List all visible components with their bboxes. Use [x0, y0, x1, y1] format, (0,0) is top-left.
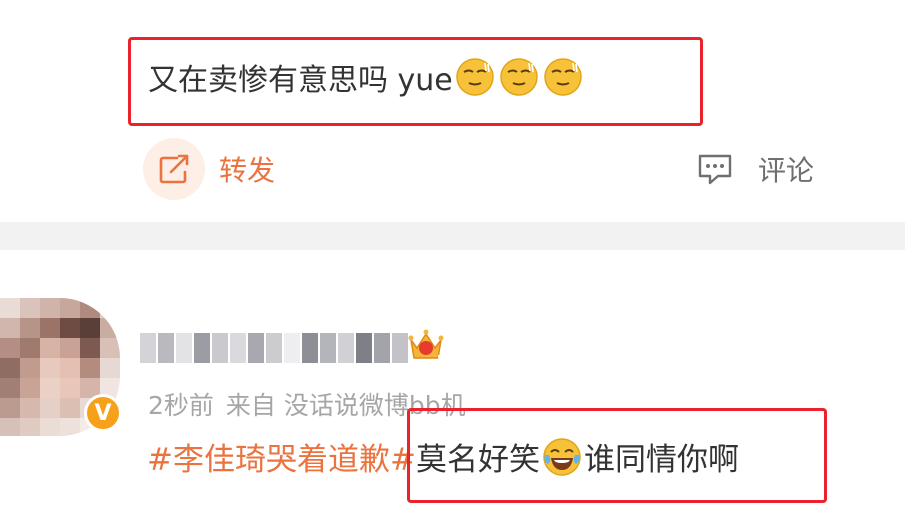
sweat-face-icon: [456, 58, 494, 96]
section-divider: [0, 222, 905, 250]
sweat-face-icon: [544, 58, 582, 96]
comment-label: 评论: [758, 154, 815, 187]
repost-icon: [143, 138, 205, 200]
post2-text-before: 莫名好笑: [415, 442, 540, 478]
repost-label: 转发: [219, 154, 276, 187]
post-source[interactable]: 来自 没话说微博bb机: [226, 391, 466, 420]
post2-text: #李佳琦哭着道歉# 莫名好笑 谁同情你啊: [147, 434, 739, 479]
comment-button[interactable]: 评论: [696, 148, 814, 190]
post-text-content: 又在卖惨有意思吗 yue: [148, 63, 453, 98]
post-time: 2秒前: [148, 391, 214, 420]
post-meta: 2秒前 来自 没话说微博bb机: [148, 386, 466, 422]
hashtag-link[interactable]: #李佳琦哭着道歉#: [147, 434, 416, 479]
post2-text-after: 谁同情你啊: [583, 442, 739, 478]
comment-icon: [696, 152, 734, 186]
laughing-tears-icon: [543, 437, 581, 476]
verified-v-icon: V: [84, 394, 122, 432]
sweat-face-icon: [500, 58, 538, 96]
repost-button[interactable]: 转发: [143, 138, 275, 200]
username-pixelated[interactable]: [140, 330, 410, 366]
vip-crown-icon: 5: [408, 329, 444, 365]
svg-text:5: 5: [437, 354, 444, 365]
verified-badge-text: V: [94, 400, 112, 426]
post-text: 又在卖惨有意思吗 yue: [148, 52, 583, 102]
